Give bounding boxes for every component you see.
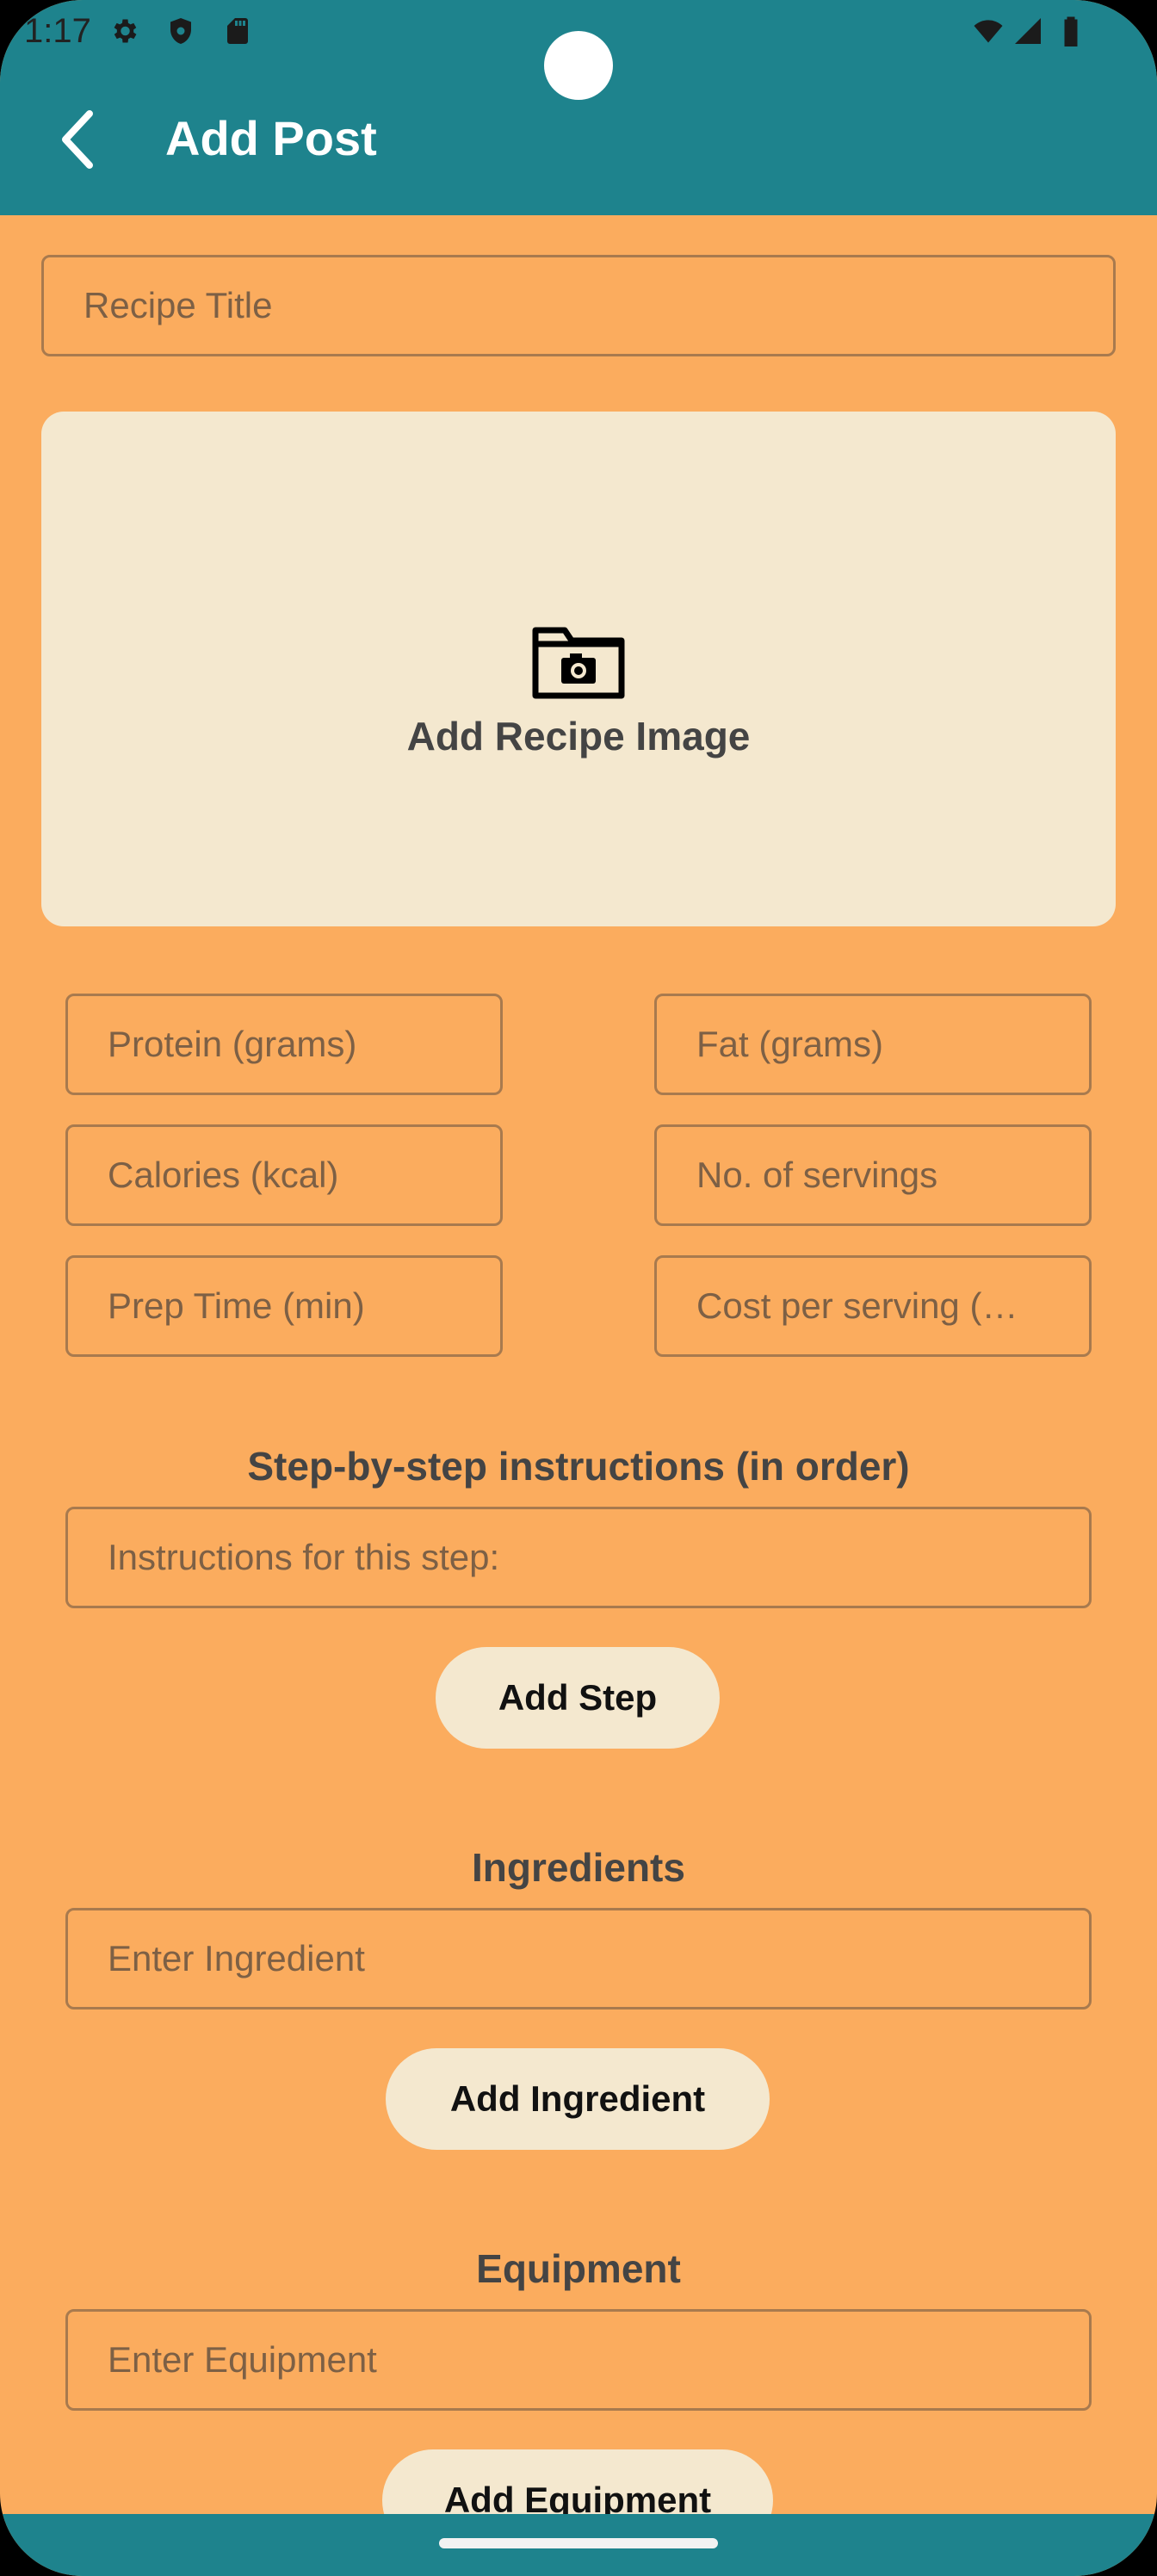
home-gesture-handle[interactable] [439,2538,718,2548]
recipe-title-input[interactable] [44,257,1113,354]
fat-input[interactable] [657,996,1089,1093]
back-arrow-icon[interactable] [48,105,117,174]
protein-field[interactable] [65,994,503,1095]
step-instruction-field[interactable] [65,1507,1092,1608]
cost-per-serving-input[interactable] [657,1258,1089,1354]
wifi-icon [974,20,1003,43]
status-time: 1:17 [24,12,91,50]
settings-icon [114,19,137,43]
ingredient-field[interactable] [65,1908,1092,2009]
equipment-field[interactable] [65,2309,1092,2411]
cost-per-serving-field[interactable] [654,1255,1092,1357]
camera-cutout [544,31,613,100]
steps-section-title: Step-by-step instructions (in order) [247,1444,910,1489]
equipment-section-title: Equipment [476,2246,681,2291]
step-instruction-input[interactable] [68,1509,1089,1606]
prep-time-field[interactable] [65,1255,503,1357]
calories-field[interactable] [65,1124,503,1226]
battery-icon [1064,16,1078,46]
ingredients-section-title: Ingredients [472,1845,685,1890]
recipe-title-field[interactable] [41,255,1116,356]
page-title: Add Post [165,111,377,165]
protein-input[interactable] [68,996,500,1093]
ingredient-input[interactable] [68,1910,1089,2007]
shield-icon [170,18,191,44]
signal-icon [1015,18,1041,44]
fat-field[interactable] [654,994,1092,1095]
add-step-button[interactable]: Add Step [436,1647,720,1749]
add-ingredient-button[interactable]: Add Ingredient [386,2048,770,2150]
screen: 1:17 Add Post Recipe Title Add Recipe Im… [0,0,1157,2576]
servings-field[interactable] [654,1124,1092,1226]
add-recipe-image-button[interactable]: Add Recipe Image [41,412,1116,926]
equipment-input[interactable] [68,2312,1089,2408]
calories-input[interactable] [68,1127,500,1223]
sd-card-icon [227,18,248,44]
add-recipe-image-label: Add Recipe Image [406,714,751,759]
camera-folder-icon [532,627,625,699]
prep-time-input[interactable] [68,1258,500,1354]
servings-input[interactable] [657,1127,1089,1223]
